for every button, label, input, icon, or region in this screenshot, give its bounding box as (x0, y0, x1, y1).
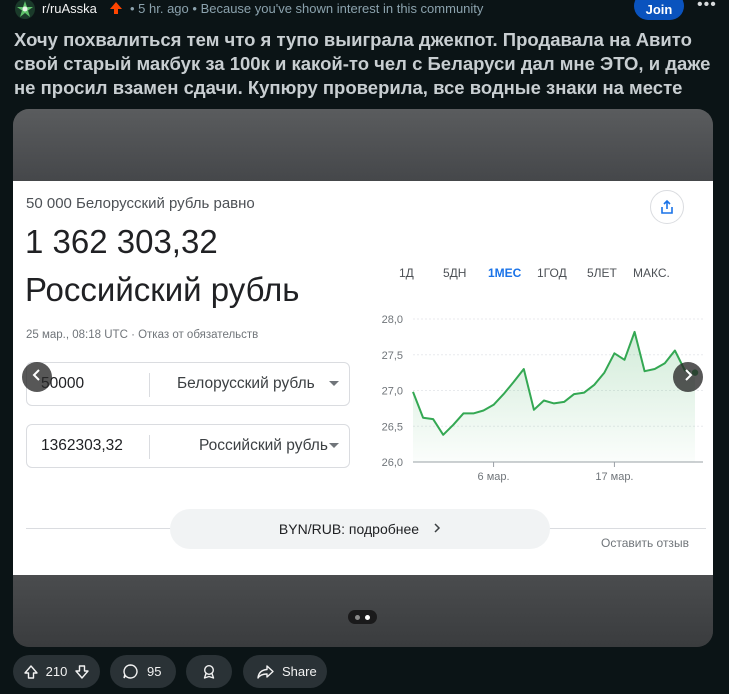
more-info-button[interactable]: BYN/RUB: подробнее (170, 509, 550, 549)
result-currency: Российский рубль (25, 271, 300, 308)
tab-1d[interactable]: 1Д (399, 266, 414, 280)
comment-count: 95 (147, 664, 162, 679)
to-amount-input[interactable]: 1362303,32 (41, 437, 123, 455)
to-currency-select[interactable]: Российский рубль (199, 437, 328, 455)
from-currency-field[interactable]: 50000 Белорусский рубль (26, 362, 350, 406)
chart-area (413, 331, 695, 462)
post-title[interactable]: Хочу похвалиться тем что я тупо выиграла… (14, 28, 714, 100)
post-time: 5 hr. ago (138, 1, 189, 16)
chevron-right-icon (683, 368, 693, 387)
chevron-down-icon[interactable] (329, 443, 339, 448)
award-button[interactable] (186, 655, 232, 688)
carousel-dot[interactable] (355, 615, 360, 620)
post-media[interactable]: 50 000 Белорусский рубль равно 1 362 303… (13, 109, 713, 647)
x-tick-label: 6 мар. (478, 471, 510, 483)
exchange-rate-chart[interactable]: 28,0 27,5 27,0 26,5 26,0 6 мар. 17 мар. (353, 309, 703, 485)
feedback-link[interactable]: Оставить отзыв (601, 536, 689, 550)
result-value: 1 362 303,32 (25, 223, 218, 260)
join-button[interactable]: Join (634, 0, 684, 20)
more-options-button[interactable]: ••• (697, 0, 717, 14)
y-tick-label: 26,5 (382, 421, 403, 433)
currency-converter-card: 50 000 Белорусский рубль равно 1 362 303… (13, 181, 713, 575)
timestamp-disclaimer: 25 мар., 08:18 UTC · Отказ от обязательс… (26, 329, 259, 341)
trending-arrow-icon (109, 1, 123, 20)
carousel-dot-active[interactable] (365, 615, 370, 620)
chevron-down-icon[interactable] (329, 381, 339, 386)
tab-5d[interactable]: 5ДН (443, 266, 466, 280)
post-actions: 210 95 Share (0, 655, 729, 689)
field-divider (149, 435, 150, 459)
share-icon[interactable] (650, 190, 684, 224)
share-button[interactable]: Share (243, 655, 327, 688)
post-meta: • 5 hr. ago • Because you've shown inter… (130, 1, 484, 16)
y-tick-label: 28,0 (382, 314, 403, 326)
share-arrow-icon (257, 664, 274, 680)
to-currency-field[interactable]: 1362303,32 Российский рубль (26, 424, 350, 468)
vote-count: 210 (45, 664, 68, 679)
subreddit-avatar-icon[interactable] (14, 0, 36, 20)
comments-button[interactable]: 95 (110, 655, 176, 688)
tab-1y[interactable]: 1ГОД (537, 266, 567, 280)
field-divider (149, 373, 150, 397)
vote-control: 210 (13, 655, 100, 688)
more-info-label: BYN/RUB: подробнее (278, 521, 420, 537)
award-icon (201, 664, 217, 680)
upvote-icon[interactable] (23, 664, 39, 680)
media-blur-top (13, 109, 713, 181)
y-tick-label: 26,0 (382, 457, 403, 469)
y-tick-label: 27,0 (382, 386, 403, 398)
share-label: Share (282, 664, 317, 679)
recommendation-reason: Because you've shown interest in this co… (200, 1, 484, 16)
comment-icon (122, 663, 139, 680)
x-tick-label: 17 мар. (595, 471, 633, 483)
carousel-next-button[interactable] (673, 362, 703, 392)
carousel-indicator[interactable] (348, 610, 377, 624)
downvote-icon[interactable] (74, 664, 90, 680)
from-currency-select[interactable]: Белорусский рубль (177, 375, 315, 393)
carousel-prev-button[interactable] (22, 362, 52, 392)
tab-max[interactable]: МАКС. (633, 266, 670, 280)
tab-1m[interactable]: 1МЕС (488, 266, 521, 280)
chevron-left-icon (32, 368, 42, 387)
subreddit-name[interactable]: r/ruAsska (42, 1, 97, 16)
post-header: r/ruAsska • 5 hr. ago • Because you've s… (0, 0, 729, 20)
y-tick-label: 27,5 (382, 350, 403, 362)
chevron-right-icon (433, 521, 441, 537)
tab-5y[interactable]: 5ЛЕТ (587, 266, 617, 280)
equals-label: 50 000 Белорусский рубль равно (26, 195, 255, 212)
